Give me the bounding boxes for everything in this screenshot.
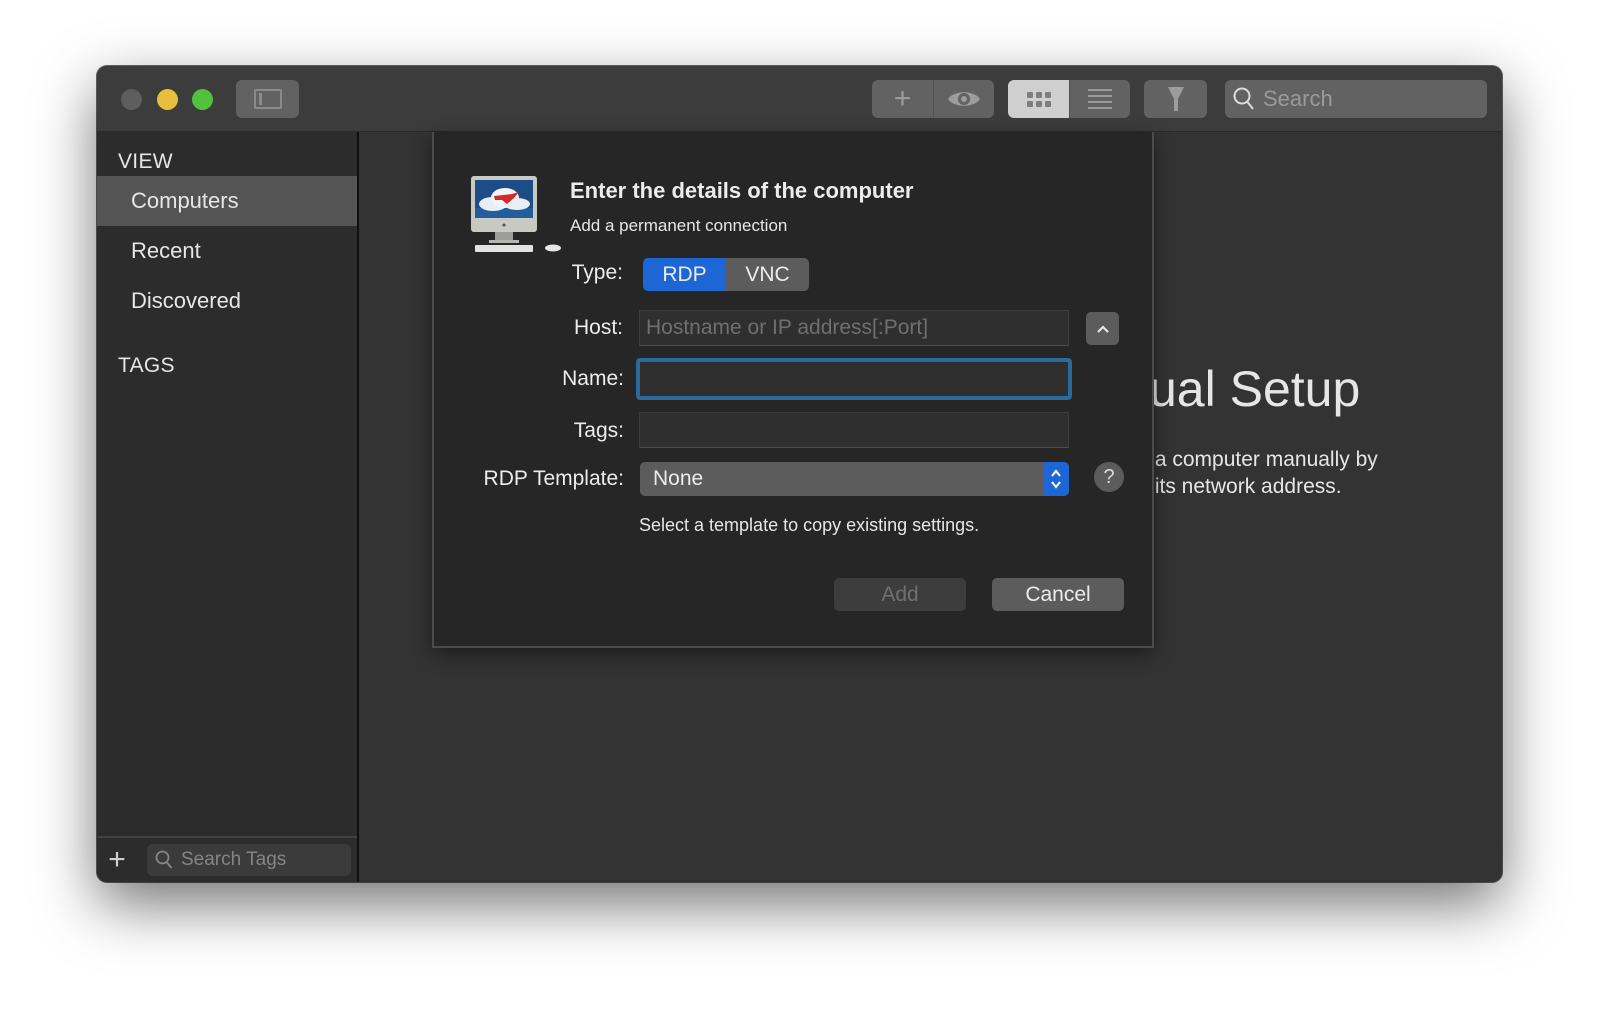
name-input[interactable] <box>636 358 1072 400</box>
filter-button[interactable] <box>1144 80 1207 118</box>
eye-icon <box>948 92 980 106</box>
maximize-window-button[interactable] <box>192 89 213 110</box>
sidebar-item-label: Recent <box>131 238 201 263</box>
list-icon <box>1088 89 1112 109</box>
list-view-button[interactable] <box>1069 80 1130 118</box>
add-button[interactable]: Add <box>834 578 966 611</box>
rdp-template-value: None <box>653 467 704 490</box>
chevron-up-icon <box>1096 324 1109 333</box>
connection-type-segment: RDP VNC <box>643 258 809 291</box>
manual-setup-description: a computer manually by its network addre… <box>1149 446 1378 500</box>
add-preview-segment: + <box>872 80 994 118</box>
type-label: Type: <box>571 261 623 284</box>
search-icon <box>155 850 173 869</box>
chevron-updown-icon <box>1051 469 1061 489</box>
computer-icon <box>471 176 561 252</box>
add-tag-button[interactable]: + <box>97 843 137 877</box>
app-window: + Search VIEW Computers Recent Discovere… <box>97 66 1502 882</box>
description-line: a computer manually by <box>1149 448 1378 471</box>
host-input[interactable] <box>639 310 1069 346</box>
add-computer-sheet: Enter the details of the computer Add a … <box>432 132 1154 648</box>
sidebar-icon <box>253 89 282 109</box>
sheet-subtitle: Add a permanent connection <box>570 216 788 235</box>
tags-label: Tags: <box>573 419 624 442</box>
tag-search <box>147 844 351 876</box>
sidebar-heading-view: VIEW <box>118 150 173 173</box>
search-icon <box>1233 87 1254 110</box>
expand-options-button[interactable] <box>1086 312 1119 345</box>
question-icon: ? <box>1103 465 1115 488</box>
toolbar: + <box>97 66 1502 132</box>
help-button[interactable]: ? <box>1094 462 1124 492</box>
sidebar-item-recent[interactable]: Recent <box>97 226 357 276</box>
view-mode-segment <box>1008 80 1130 118</box>
tag-search-input[interactable] <box>181 849 341 871</box>
name-label: Name: <box>562 367 624 390</box>
sidebar-heading-tags: TAGS <box>118 354 175 377</box>
sidebar-item-discovered[interactable]: Discovered <box>97 276 357 326</box>
tags-input[interactable] <box>639 412 1069 448</box>
grid-icon <box>1026 91 1051 107</box>
type-vnc-option[interactable]: VNC <box>726 258 809 291</box>
grid-view-button[interactable] <box>1008 80 1069 118</box>
preview-button[interactable] <box>933 80 994 118</box>
add-computer-button[interactable]: + <box>872 80 933 118</box>
toggle-sidebar-button[interactable] <box>236 80 299 118</box>
type-rdp-option[interactable]: RDP <box>643 258 726 291</box>
sheet-title: Enter the details of the computer <box>570 178 914 203</box>
search-input[interactable] <box>1263 86 1463 112</box>
close-window-button[interactable] <box>121 89 142 110</box>
sidebar-item-computers[interactable]: Computers <box>97 176 357 226</box>
description-line: its network address. <box>1149 475 1342 498</box>
toolbar-search <box>1225 80 1487 118</box>
manual-setup-title: ual Setup <box>1149 361 1361 417</box>
host-label: Host: <box>573 316 623 339</box>
sidebar-item-label: Discovered <box>131 288 242 313</box>
sidebar-item-label: Computers <box>131 188 239 213</box>
minimize-window-button[interactable] <box>157 89 178 110</box>
template-hint: Select a template to copy existing setti… <box>639 515 980 535</box>
rdp-template-label: RDP Template: <box>483 467 624 490</box>
plus-icon: + <box>108 843 126 876</box>
sidebar: VIEW Computers Recent Discovered TAGS + <box>97 132 359 882</box>
sidebar-footer: + <box>97 836 357 882</box>
plus-icon: + <box>893 82 912 115</box>
filter-icon <box>1167 87 1184 111</box>
select-stepper <box>1043 462 1069 496</box>
rdp-template-select[interactable]: None <box>640 462 1069 496</box>
cancel-button[interactable]: Cancel <box>992 578 1124 611</box>
